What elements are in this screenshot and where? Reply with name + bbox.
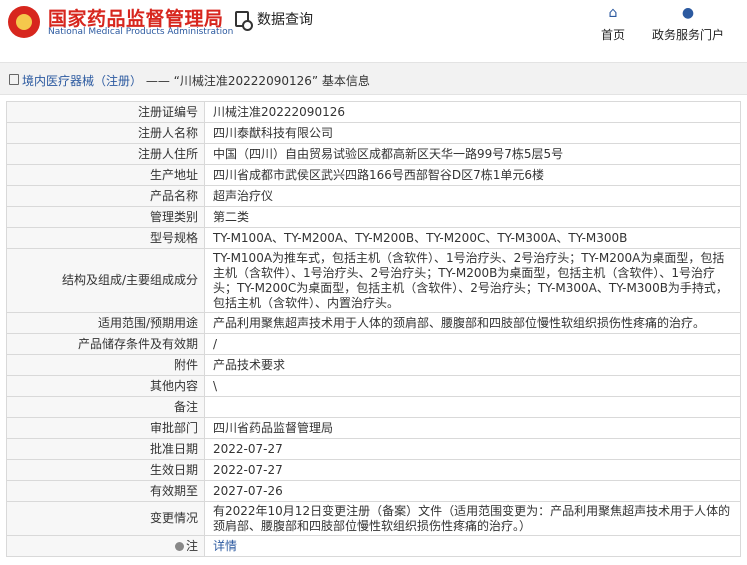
brand-name-en: National Medical Products Administration: [48, 27, 234, 37]
breadcrumb-category[interactable]: 境内医疗器械（注册）: [22, 74, 142, 88]
row-value: 2022-07-27: [204, 459, 741, 481]
data-query-label[interactable]: 数据查询: [257, 9, 313, 29]
info-icon: [174, 541, 184, 551]
breadcrumb-separator: ——: [145, 74, 170, 88]
row-key: 附件: [6, 354, 205, 376]
table-row: 产品储存条件及有效期 /: [6, 333, 741, 355]
breadcrumb-record: “川械注准20222090126”: [173, 74, 319, 88]
table-row: 其他内容 \: [6, 375, 741, 397]
emblem-logo: [8, 6, 40, 38]
row-key: 其他内容: [6, 375, 205, 397]
breadcrumb: 境内医疗器械（注册） —— “川械注准20222090126” 基本信息: [0, 62, 747, 95]
table-row: 注册证编号 川械注准20222090126: [6, 101, 741, 123]
table-row: 生产地址 四川省成都市武侯区武兴四路166号西部智谷D区7栋1单元6楼: [6, 164, 741, 186]
row-key: 生效日期: [6, 459, 205, 481]
row-value: 2022-07-27: [204, 438, 741, 460]
row-value: 川械注准20222090126: [204, 101, 741, 123]
table-row: 有效期至 2027-07-26: [6, 480, 741, 502]
row-value: 中国（四川）自由贸易试验区成都高新区天华一路99号7栋5层5号: [204, 143, 741, 165]
table-row: 适用范围/预期用途 产品利用聚焦超声技术用于人体的颈肩部、腰腹部和四肢部位慢性软…: [6, 312, 741, 334]
row-key: 产品储存条件及有效期: [6, 333, 205, 355]
row-key: 生产地址: [6, 164, 205, 186]
row-value: [204, 396, 741, 418]
row-value: 超声治疗仪: [204, 185, 741, 207]
table-row: 型号规格 TY-M100A、TY-M200A、TY-M200B、TY-M200C…: [6, 227, 741, 249]
row-value: TY-M100A为推车式，包括主机（含软件）、1号治疗头、2号治疗头；TY-M2…: [204, 248, 741, 313]
row-value: \: [204, 375, 741, 397]
table-row: 产品名称 超声治疗仪: [6, 185, 741, 207]
table-row: 注册人名称 四川泰猷科技有限公司: [6, 122, 741, 144]
row-value: 有2022年10月12日变更注册（备案）文件（适用范围变更为：产品利用聚焦超声技…: [204, 501, 741, 536]
nav-gov-services[interactable]: ● 政务服务门户: [651, 6, 725, 43]
site-header: 国家药品监督管理局 National Medical Products Admi…: [0, 0, 747, 50]
nav-gov-services-label: 政务服务门户: [651, 28, 724, 42]
user-icon: ●: [681, 5, 695, 21]
row-value: /: [204, 333, 741, 355]
row-key: 变更情况: [6, 501, 205, 536]
table-row: 结构及组成/主要组成成分 TY-M100A为推车式，包括主机（含软件）、1号治疗…: [6, 248, 741, 313]
row-key: 注册人名称: [6, 122, 205, 144]
row-key: 有效期至: [6, 480, 205, 502]
row-value: 四川省成都市武侯区武兴四路166号西部智谷D区7栋1单元6楼: [204, 164, 741, 186]
row-key: 管理类别: [6, 206, 205, 228]
table-row: 备注: [6, 396, 741, 418]
table-row: 生效日期 2022-07-27: [6, 459, 741, 481]
data-query-icon[interactable]: [235, 11, 253, 31]
document-icon: [9, 74, 19, 85]
row-key: 产品名称: [6, 185, 205, 207]
row-value: 四川省药品监督管理局: [204, 417, 741, 439]
row-value: 2027-07-26: [204, 480, 741, 502]
row-key: 审批部门: [6, 417, 205, 439]
table-row: 变更情况 有2022年10月12日变更注册（备案）文件（适用范围变更为：产品利用…: [6, 501, 741, 536]
note-key-cell: 注: [6, 535, 205, 557]
breadcrumb-suffix: 基本信息: [321, 74, 370, 88]
breadcrumb-text: 境内医疗器械（注册） —— “川械注准20222090126” 基本信息: [22, 72, 370, 89]
row-value: 第二类: [204, 206, 741, 228]
row-value: 产品利用聚焦超声技术用于人体的颈肩部、腰腹部和四肢部位慢性软组织损伤性疼痛的治疗…: [204, 312, 741, 334]
row-key: 注册证编号: [6, 101, 205, 123]
note-key: 注: [185, 538, 198, 553]
note-value-cell: 详情: [204, 535, 741, 557]
details-link[interactable]: 详情: [213, 539, 237, 553]
row-key: 注册人住所: [6, 143, 205, 165]
row-value: 产品技术要求: [204, 354, 741, 376]
registration-info-table: 注册证编号 川械注准20222090126 注册人名称 四川泰猷科技有限公司 注…: [6, 101, 741, 557]
table-row: 附件 产品技术要求: [6, 354, 741, 376]
row-key: 适用范围/预期用途: [6, 312, 205, 334]
row-value: 四川泰猷科技有限公司: [204, 122, 741, 144]
home-icon: ⌂: [608, 5, 618, 21]
table-row: 管理类别 第二类: [6, 206, 741, 228]
row-key: 批准日期: [6, 438, 205, 460]
table-row: 注 详情: [6, 535, 741, 557]
table-row: 批准日期 2022-07-27: [6, 438, 741, 460]
row-value: TY-M100A、TY-M200A、TY-M200B、TY-M200C、TY-M…: [204, 227, 741, 249]
nav-home[interactable]: ⌂ 首页: [599, 6, 627, 43]
row-key: 型号规格: [6, 227, 205, 249]
row-key: 结构及组成/主要组成成分: [6, 248, 205, 313]
row-key: 备注: [6, 396, 205, 418]
table-row: 审批部门 四川省药品监督管理局: [6, 417, 741, 439]
table-row: 注册人住所 中国（四川）自由贸易试验区成都高新区天华一路99号7栋5层5号: [6, 143, 741, 165]
nav-home-label: 首页: [600, 28, 625, 42]
